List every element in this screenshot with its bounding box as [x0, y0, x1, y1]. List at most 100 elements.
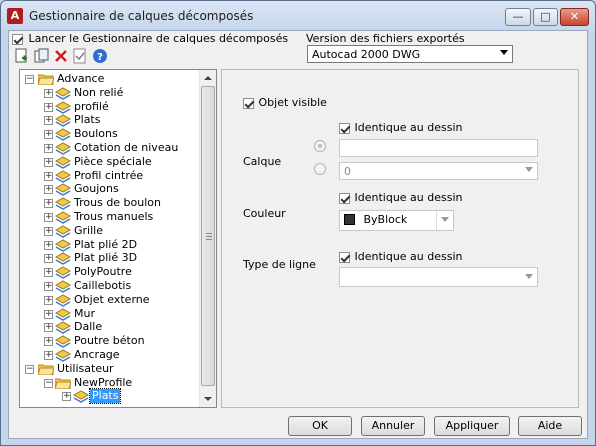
linetype-dropdown[interactable] — [339, 267, 538, 287]
object-visible-checkbox[interactable] — [243, 97, 254, 109]
expand-icon[interactable]: + — [44, 116, 53, 125]
scroll-up-icon[interactable] — [204, 76, 212, 80]
copy-icon[interactable] — [34, 48, 50, 64]
dialog-client: Lancer le Gestionnaire de calques décomp… — [8, 30, 588, 439]
launch-manager-option[interactable]: Lancer le Gestionnaire de calques décomp… — [12, 32, 288, 45]
delete-icon[interactable] — [53, 48, 69, 64]
expand-icon[interactable]: + — [44, 296, 53, 305]
scroll-thumb[interactable] — [201, 86, 215, 386]
couleur-label: Couleur — [243, 207, 286, 220]
tree-item-label: Pièce spéciale — [74, 155, 152, 168]
expand-icon[interactable]: + — [44, 310, 53, 319]
expand-icon[interactable]: + — [44, 227, 53, 236]
linetype-label: Type de ligne — [243, 258, 316, 271]
tree-item-label: NewProfile — [74, 376, 133, 389]
window-title: Gestionnaire de calques décomposés — [29, 9, 254, 23]
layer-icon — [54, 320, 72, 334]
tree-item-label: Plat plié 2D — [74, 238, 138, 251]
layer-icon — [54, 182, 72, 196]
expand-icon[interactable]: + — [44, 172, 53, 181]
tree-item-label: PolyPoutre — [74, 265, 132, 278]
collapse-icon[interactable]: − — [44, 379, 53, 388]
tree-item-label: Ancrage — [74, 348, 120, 361]
ok-button[interactable]: OK — [288, 416, 352, 436]
scroll-down-icon[interactable] — [204, 397, 212, 401]
calque-text-radio[interactable] — [314, 140, 326, 152]
couleur-value: ByBlock — [363, 213, 408, 226]
folder-icon — [37, 363, 55, 376]
calque-list-radio[interactable] — [314, 163, 326, 175]
new-layer-icon[interactable] — [14, 48, 30, 64]
chevron-down-icon — [525, 167, 533, 172]
help-button[interactable]: Aide — [518, 416, 582, 436]
folder-icon — [54, 377, 72, 390]
expand-icon[interactable]: + — [44, 144, 53, 153]
chevron-down-icon — [441, 217, 449, 222]
close-button[interactable]: ✕ — [560, 8, 589, 26]
couleur-dropdown[interactable]: ByBlock — [339, 210, 454, 231]
layer-icon — [54, 127, 72, 141]
app-icon: A — [7, 8, 23, 24]
couleur-same-option[interactable]: Identique au dessin — [339, 191, 463, 204]
dialog-window: A Gestionnaire de calques décomposés — □… — [0, 0, 596, 446]
minimize-button[interactable]: — — [505, 8, 531, 26]
apply-button[interactable]: Appliquer — [434, 416, 510, 436]
properties-icon[interactable] — [72, 48, 88, 64]
expand-icon[interactable]: + — [44, 241, 53, 250]
cancel-button[interactable]: Annuler — [361, 416, 425, 436]
layer-properties-panel: Objet visible Identique au dessin Calque… — [221, 69, 579, 408]
tree-item-label: Non relié — [74, 86, 124, 99]
expand-icon[interactable]: + — [44, 337, 53, 346]
version-dropdown[interactable]: Autocad 2000 DWG — [307, 45, 513, 63]
collapse-icon[interactable]: − — [25, 75, 34, 84]
calque-same-option[interactable]: Identique au dessin — [339, 121, 463, 134]
expand-icon[interactable]: + — [44, 158, 53, 167]
title-bar[interactable]: A Gestionnaire de calques décomposés — □… — [1, 1, 595, 31]
tree-item-label: Advance — [57, 72, 105, 85]
tree-item-label: Profil cintrée — [74, 169, 144, 182]
expand-icon[interactable]: + — [44, 199, 53, 208]
layer-icon — [54, 210, 72, 224]
layer-icon — [54, 100, 72, 114]
object-visible-option[interactable]: Objet visible — [243, 96, 327, 109]
maximize-button[interactable]: □ — [533, 8, 558, 26]
calque-same-label: Identique au dessin — [354, 121, 463, 134]
expand-icon[interactable]: + — [44, 103, 53, 112]
help-icon[interactable]: ? — [92, 48, 108, 64]
expand-icon[interactable]: + — [44, 282, 53, 291]
layer-tree[interactable]: − Advance + Non relié + profilé + Plats + Boulons… — [19, 69, 217, 408]
tree-item-label: Plat plié 3D — [74, 251, 138, 264]
launch-manager-checkbox[interactable] — [12, 33, 23, 45]
expand-icon[interactable]: + — [62, 392, 71, 401]
layer-icon — [54, 238, 72, 252]
expand-icon[interactable]: + — [44, 268, 53, 277]
layer-icon — [54, 224, 72, 238]
calque-same-checkbox[interactable] — [339, 122, 350, 134]
linetype-same-option[interactable]: Identique au dessin — [339, 250, 463, 263]
expand-icon[interactable]: + — [44, 213, 53, 222]
expand-icon[interactable]: + — [44, 323, 53, 332]
layer-icon — [54, 265, 72, 279]
calque-dropdown[interactable]: 0 — [339, 162, 538, 180]
chevron-down-icon — [525, 274, 533, 279]
tree-item-label: profilé — [74, 100, 109, 113]
couleur-same-checkbox[interactable] — [339, 192, 350, 204]
calque-label: Calque — [243, 155, 282, 168]
tree-item-label: Mur — [74, 307, 95, 320]
expand-icon[interactable]: + — [44, 254, 53, 263]
tree-item-label: Boulons — [74, 127, 118, 140]
expand-icon[interactable]: + — [44, 130, 53, 139]
linetype-same-checkbox[interactable] — [339, 251, 350, 263]
tree-item-label: Trous de boulon — [74, 196, 162, 209]
version-label: Version des fichiers exportés — [306, 32, 465, 45]
layer-icon — [54, 86, 72, 100]
tree-scrollbar[interactable] — [199, 70, 216, 407]
expand-icon[interactable]: + — [44, 89, 53, 98]
folder-icon — [37, 73, 55, 86]
collapse-icon[interactable]: − — [25, 365, 34, 374]
calque-text-field[interactable] — [339, 139, 538, 157]
expand-icon[interactable]: + — [44, 351, 53, 360]
couleur-same-label: Identique au dessin — [354, 191, 463, 204]
tree-item-label: Poutre béton — [74, 334, 145, 347]
expand-icon[interactable]: + — [44, 185, 53, 194]
